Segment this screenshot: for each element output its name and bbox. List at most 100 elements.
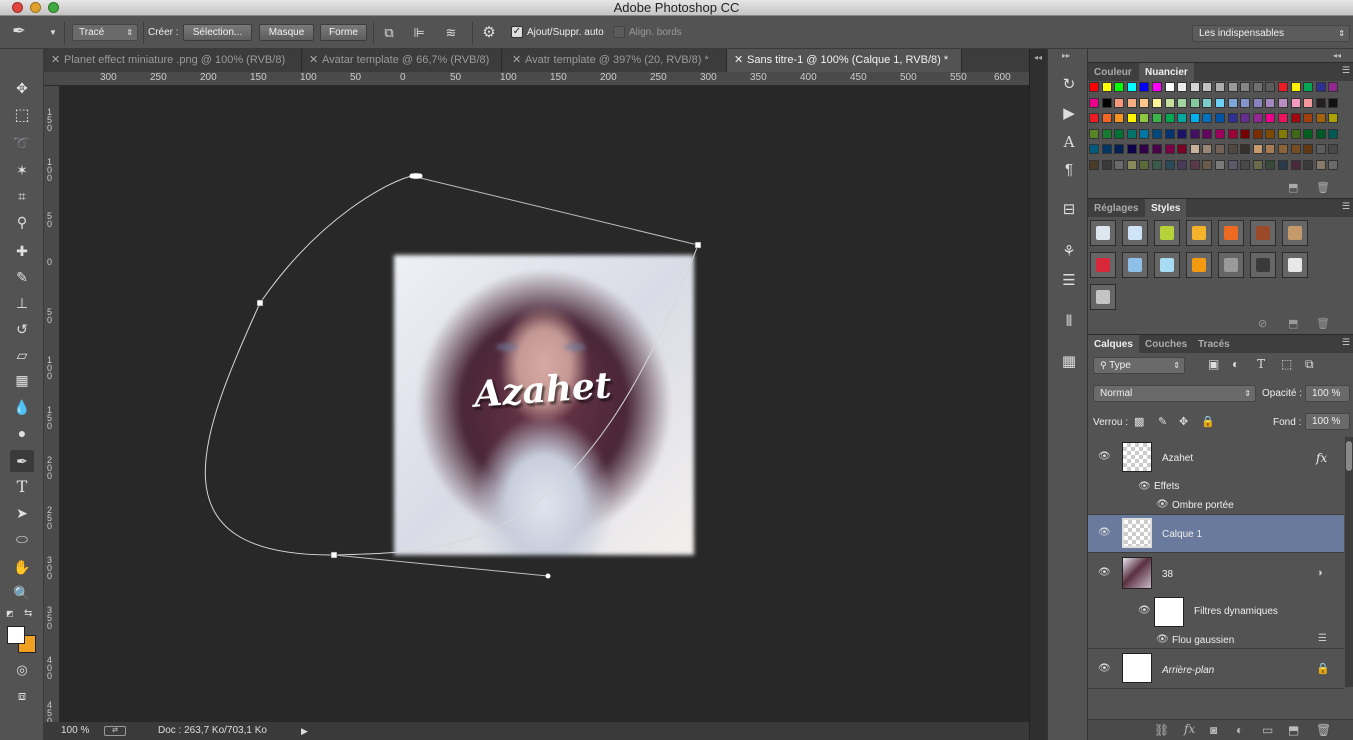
- color-swatch[interactable]: [1152, 82, 1162, 92]
- color-swatch[interactable]: [1278, 144, 1288, 155]
- delete-swatch-icon[interactable]: 🗑: [1316, 181, 1330, 194]
- style-preset[interactable]: [1122, 252, 1148, 278]
- layer-calque-1[interactable]: 👁 Calque 1: [1088, 515, 1344, 553]
- color-swatch[interactable]: [1152, 160, 1162, 170]
- color-swatch[interactable]: [1328, 97, 1339, 108]
- color-swatch[interactable]: [1240, 144, 1251, 155]
- tab-styles[interactable]: Styles: [1145, 199, 1187, 218]
- color-swatch[interactable]: [1101, 144, 1112, 155]
- color-swatch[interactable]: [1227, 97, 1238, 108]
- eye-icon[interactable]: 👁: [1098, 567, 1111, 578]
- color-swatch[interactable]: [1152, 128, 1162, 139]
- color-swatch[interactable]: [1189, 160, 1200, 170]
- color-swatch[interactable]: [1227, 113, 1238, 124]
- color-swatch[interactable]: [1265, 113, 1276, 124]
- filter-gaussian-blur[interactable]: Flou gaussien: [1172, 635, 1234, 646]
- color-swatch[interactable]: [1139, 113, 1150, 124]
- color-swatch[interactable]: [1265, 160, 1276, 170]
- color-swatch[interactable]: [1328, 128, 1339, 139]
- color-swatch[interactable]: [1126, 128, 1137, 139]
- color-swatch[interactable]: [1215, 113, 1225, 124]
- color-swatch[interactable]: [1139, 160, 1150, 170]
- paragraph-icon[interactable]: ¶: [1058, 159, 1080, 181]
- shape-button[interactable]: Forme: [320, 24, 367, 41]
- color-swatch[interactable]: [1177, 82, 1188, 92]
- color-swatch[interactable]: [1089, 82, 1099, 92]
- color-swatch[interactable]: [1164, 82, 1175, 92]
- color-swatch[interactable]: [1240, 82, 1251, 92]
- new-swatch-icon[interactable]: ⬒: [1288, 181, 1298, 194]
- smart-filter-mask-thumbnail[interactable]: [1154, 597, 1184, 627]
- gear-icon[interactable]: ⚙: [480, 24, 498, 42]
- color-swatch[interactable]: [1252, 128, 1263, 139]
- healing-icon[interactable]: ✚: [10, 240, 34, 262]
- color-swatch[interactable]: [1278, 128, 1288, 139]
- color-swatch[interactable]: [1290, 144, 1301, 155]
- crop-icon[interactable]: ⌗: [10, 185, 34, 207]
- color-swatch[interactable]: [1303, 82, 1314, 92]
- filter-type-icon[interactable]: T: [1257, 357, 1265, 371]
- color-swatch[interactable]: [1139, 82, 1150, 92]
- new-layer-icon[interactable]: ⬒: [1288, 723, 1299, 737]
- color-swatch[interactable]: [1126, 144, 1137, 155]
- tab-paths[interactable]: Tracés: [1192, 335, 1236, 354]
- color-swatch[interactable]: [1114, 160, 1125, 170]
- color-swatch[interactable]: [1328, 82, 1339, 92]
- dodge-icon[interactable]: ●: [10, 422, 34, 444]
- opacity-field[interactable]: 100 %: [1305, 385, 1350, 402]
- style-preset[interactable]: [1250, 220, 1276, 246]
- zoom-level[interactable]: 100 %: [61, 722, 89, 740]
- align-edges-checkbox[interactable]: [613, 26, 625, 38]
- color-swatch[interactable]: [1252, 97, 1263, 108]
- color-swatch[interactable]: [1126, 113, 1137, 124]
- style-preset[interactable]: [1154, 220, 1180, 246]
- path-select-icon[interactable]: ➤: [10, 502, 34, 524]
- layer-background[interactable]: 👁 Arrière-plan 🔒: [1088, 649, 1344, 689]
- magic-wand-icon[interactable]: ✶: [10, 159, 34, 181]
- eye-icon[interactable]: 👁: [1156, 634, 1169, 645]
- color-swatch[interactable]: [1265, 97, 1276, 108]
- tab-planet-effect[interactable]: ✕ Planet effect miniature .png @ 100% (RV…: [44, 49, 302, 72]
- new-group-icon[interactable]: ▭: [1262, 723, 1273, 737]
- close-tab-icon[interactable]: ✕: [512, 49, 521, 72]
- effect-drop-shadow[interactable]: Ombre portée: [1172, 500, 1234, 511]
- actions-play-icon[interactable]: ▶: [1058, 103, 1080, 125]
- lock-transparency-icon[interactable]: ▩: [1134, 415, 1144, 428]
- eyedropper-icon[interactable]: ⚲: [10, 211, 34, 233]
- color-swatch[interactable]: [1114, 128, 1125, 139]
- zoom-icon[interactable]: 🔍: [10, 582, 34, 604]
- lock-all-icon[interactable]: 🔒: [1201, 415, 1215, 428]
- color-swatch[interactable]: [1252, 113, 1263, 124]
- color-swatch[interactable]: [1278, 160, 1288, 170]
- color-swatch[interactable]: [1189, 144, 1200, 155]
- path-operations-icon[interactable]: ⧉: [380, 24, 398, 42]
- screen-mode-icon[interactable]: ⧈: [10, 685, 34, 707]
- vertical-scrollbar[interactable]: ◂◂: [1029, 49, 1047, 740]
- color-swatch[interactable]: [1227, 82, 1238, 92]
- color-swatch[interactable]: [1328, 144, 1339, 155]
- chevron-down-icon[interactable]: ▼: [48, 24, 58, 42]
- color-swatch[interactable]: [1152, 97, 1162, 108]
- new-adjustment-icon[interactable]: ◐: [1236, 723, 1243, 737]
- layer-38[interactable]: 👁 38 ◑ 👁 Filtres dynamiques 👁 Flou gauss…: [1088, 553, 1344, 649]
- style-preset[interactable]: [1154, 252, 1180, 278]
- style-preset[interactable]: [1282, 252, 1308, 278]
- properties-icon[interactable]: ⊟: [1058, 199, 1080, 221]
- move-icon[interactable]: ✥: [10, 77, 34, 99]
- brush-settings-icon[interactable]: ☰: [1058, 270, 1080, 292]
- tool-presets-icon[interactable]: ▦: [1058, 351, 1080, 373]
- delete-layer-icon[interactable]: 🗑: [1316, 723, 1331, 737]
- mask-button[interactable]: Masque: [259, 24, 314, 41]
- character-icon[interactable]: A: [1058, 131, 1080, 153]
- tab-avatr-template[interactable]: ✕ Avatr template @ 397% (20, RVB/8) *: [505, 49, 727, 72]
- link-layers-icon[interactable]: ⛓: [1154, 723, 1169, 737]
- color-swatch[interactable]: [1101, 97, 1112, 108]
- color-swatch[interactable]: [1303, 128, 1314, 139]
- selection-button[interactable]: Sélection...: [183, 24, 252, 41]
- quick-mask-icon[interactable]: ◎: [10, 659, 34, 681]
- filter-adjustment-icon[interactable]: ◐: [1232, 357, 1239, 371]
- color-swatch[interactable]: [1215, 160, 1225, 170]
- add-style-icon[interactable]: fx: [1184, 722, 1195, 736]
- color-swatch[interactable]: [1315, 82, 1326, 92]
- tab-swatches[interactable]: Nuancier: [1139, 63, 1194, 82]
